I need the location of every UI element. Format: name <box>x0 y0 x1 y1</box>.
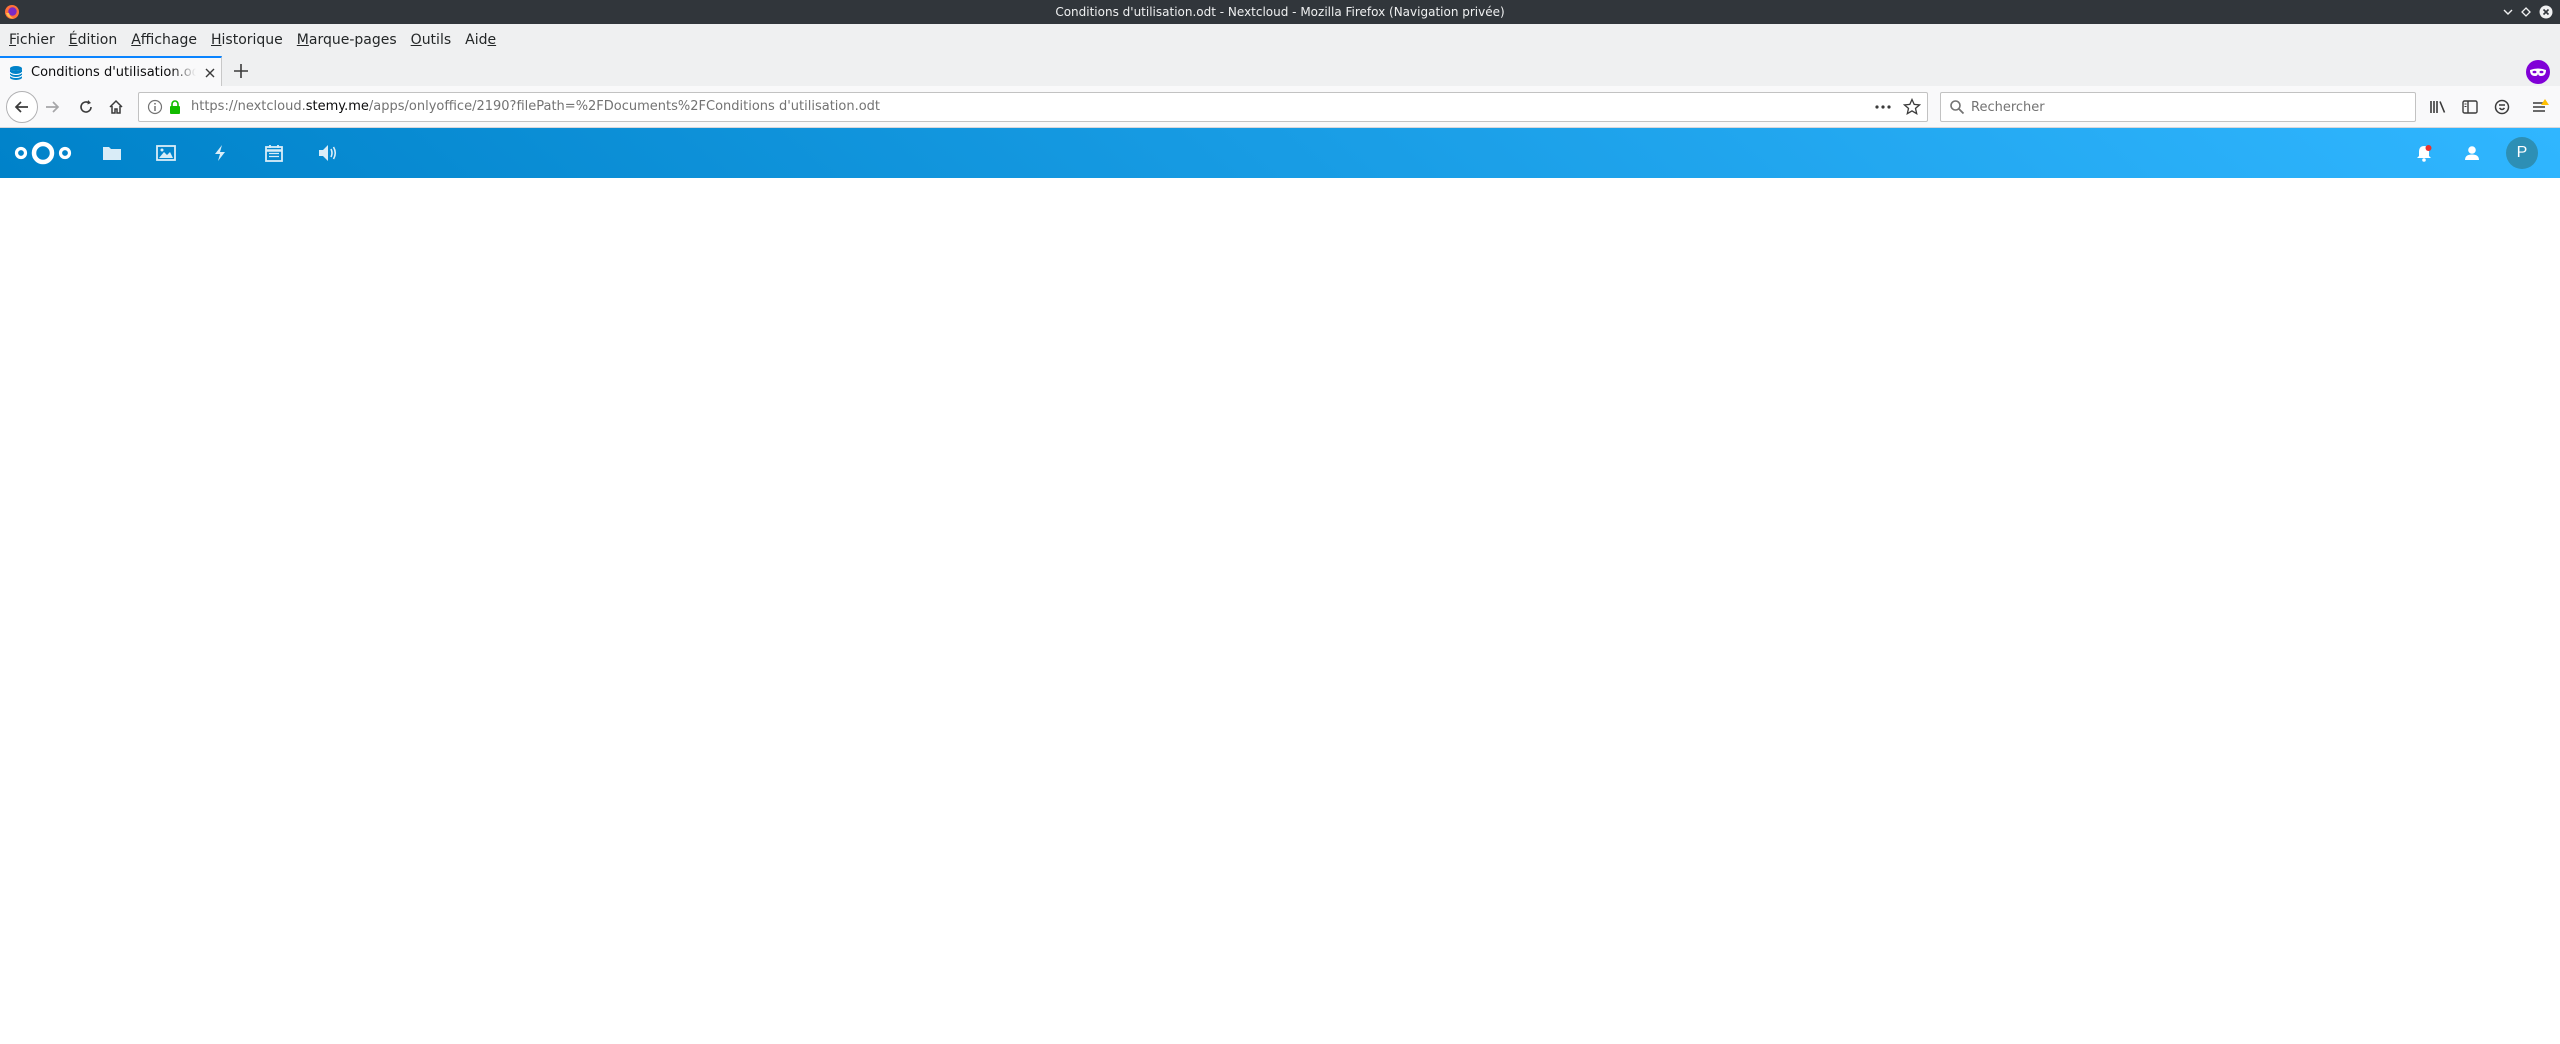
hamburger-menu-icon[interactable] <box>2528 95 2552 119</box>
private-browsing-icon <box>2526 60 2550 84</box>
tab-title: Conditions d'utilisation.odt <box>31 65 196 80</box>
maximize-button[interactable] <box>2518 4 2534 20</box>
menu-item-3[interactable]: Historique <box>204 24 290 56</box>
url-host: stemy.me <box>305 99 369 114</box>
tab-strip: Conditions d'utilisation.odt <box>0 56 2560 87</box>
site-info-icon[interactable] <box>147 99 163 115</box>
window-titlebar: Conditions d'utilisation.odt - Nextcloud… <box>0 0 2560 24</box>
home-button[interactable] <box>104 95 128 119</box>
tracking-protection-icon[interactable] <box>2490 95 2514 119</box>
window-title: Conditions d'utilisation.odt - Nextcloud… <box>1055 5 1505 19</box>
menu-item-0[interactable]: Fichier <box>2 24 62 56</box>
audio-player-icon[interactable] <box>316 141 340 165</box>
url-bar[interactable]: https://nextcloud.stemy.me/apps/onlyoffi… <box>138 92 1928 122</box>
nextcloud-logo-icon[interactable] <box>12 137 74 169</box>
nextcloud-database-icon <box>9 65 23 80</box>
close-window-button[interactable] <box>2538 4 2554 20</box>
library-icon[interactable] <box>2426 95 2450 119</box>
secure-lock-icon[interactable] <box>167 99 183 115</box>
menu-item-4[interactable]: Marque-pages <box>290 24 404 56</box>
search-input[interactable] <box>1971 93 2401 121</box>
menu-item-6[interactable]: Aide <box>458 24 503 56</box>
search-bar[interactable] <box>1940 92 2416 122</box>
menu-item-2[interactable]: Affichage <box>124 24 204 56</box>
user-avatar[interactable]: P <box>2506 137 2538 169</box>
menubar: Fichier Édition Affichage Historique Marque-… <box>0 24 2560 56</box>
search-icon <box>1950 100 1965 115</box>
nextcloud-header: P <box>0 128 2560 178</box>
files-icon[interactable] <box>100 141 124 165</box>
calendar-icon[interactable] <box>262 141 286 165</box>
page-actions-more-icon[interactable] <box>1875 99 1891 115</box>
minimize-button[interactable] <box>2500 4 2516 20</box>
bookmark-star-icon[interactable] <box>1903 98 1921 116</box>
forward-button[interactable] <box>40 95 64 119</box>
document-editor-area[interactable] <box>0 178 2560 1044</box>
gallery-icon[interactable] <box>154 141 178 165</box>
url-prefix: https://nextcloud. <box>191 99 306 114</box>
url-text[interactable]: https://nextcloud.stemy.me/apps/onlyoffi… <box>191 93 880 121</box>
notifications-icon[interactable] <box>2412 141 2436 165</box>
close-tab-icon[interactable] <box>202 65 218 81</box>
menu-item-5[interactable]: Outils <box>404 24 458 56</box>
tab-active[interactable]: Conditions d'utilisation.odt <box>0 56 222 87</box>
new-tab-button[interactable] <box>232 62 250 80</box>
navigation-toolbar: https://nextcloud.stemy.me/apps/onlyoffi… <box>0 86 2560 128</box>
reload-button[interactable] <box>74 95 98 119</box>
url-path: /apps/onlyoffice/2190?filePath=%2FDocume… <box>368 99 881 114</box>
activity-icon[interactable] <box>208 141 232 165</box>
sidebar-toggle-icon[interactable] <box>2458 95 2482 119</box>
contacts-menu-icon[interactable] <box>2460 141 2484 165</box>
menu-item-1[interactable]: Édition <box>62 24 124 56</box>
back-button[interactable] <box>6 91 38 123</box>
